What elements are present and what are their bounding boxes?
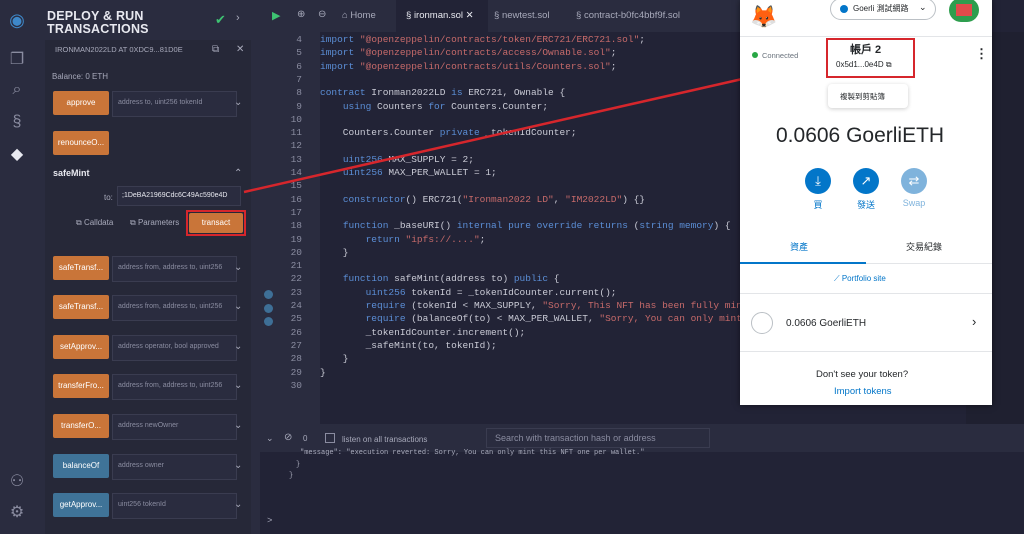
tab-activity[interactable]: 交易紀錄 xyxy=(906,240,942,253)
divider xyxy=(866,263,992,264)
chart-icon: ⟋ xyxy=(834,274,842,283)
import-tokens-link[interactable]: Import tokens xyxy=(834,386,892,397)
network-selector[interactable]: Goerli 測試網路 ⌄ xyxy=(830,0,936,20)
tooltip-text: 複製到剪貼簿 xyxy=(840,92,885,101)
account-name: 帳戶 2 xyxy=(850,44,882,56)
metamask-popup: 🦊 Goerli 測試網路 ⌄ Connected 帳戶 2 0x5d1...0… xyxy=(740,0,992,405)
buy-icon[interactable]: ⤓ xyxy=(805,168,831,194)
chevron-right-icon[interactable]: › xyxy=(972,314,976,329)
divider xyxy=(740,293,992,294)
kebab-menu-icon[interactable]: ⋮ xyxy=(975,46,988,62)
chevron-down-icon: ⌄ xyxy=(919,2,927,12)
token-balance[interactable]: 0.0606 GoerliETH xyxy=(786,318,866,329)
account-avatar[interactable] xyxy=(949,0,979,22)
send-label[interactable]: 發送 xyxy=(846,198,886,211)
network-dot-icon xyxy=(840,5,848,13)
buy-label[interactable]: 買 xyxy=(798,198,838,211)
token-icon xyxy=(751,312,773,334)
main-balance: 0.0606 GoerliETH xyxy=(776,124,945,147)
connected-dot-icon xyxy=(752,52,758,58)
divider xyxy=(740,36,992,37)
copy-tooltip: 複製到剪貼簿 xyxy=(828,84,908,108)
avatar-pattern xyxy=(956,4,972,16)
swap-icon[interactable]: ⇄ xyxy=(901,168,927,194)
account-address[interactable]: 0x5d1...0e4D ⧉ xyxy=(836,60,892,70)
tab-indicator xyxy=(740,262,866,264)
portfolio-link[interactable]: ⟋ Portfolio site xyxy=(834,274,886,284)
swap-label[interactable]: Swap xyxy=(894,198,934,208)
copy-icon: ⧉ xyxy=(883,60,892,69)
dont-see-token-text: Don't see your token? xyxy=(816,369,909,380)
connected-status[interactable]: Connected xyxy=(762,51,798,60)
network-name: Goerli 測試網路 xyxy=(853,4,909,13)
metamask-fox-icon: 🦊 xyxy=(750,4,778,29)
tab-assets[interactable]: 資產 xyxy=(790,240,808,253)
divider xyxy=(740,351,992,352)
send-icon[interactable]: ↗ xyxy=(853,168,879,194)
